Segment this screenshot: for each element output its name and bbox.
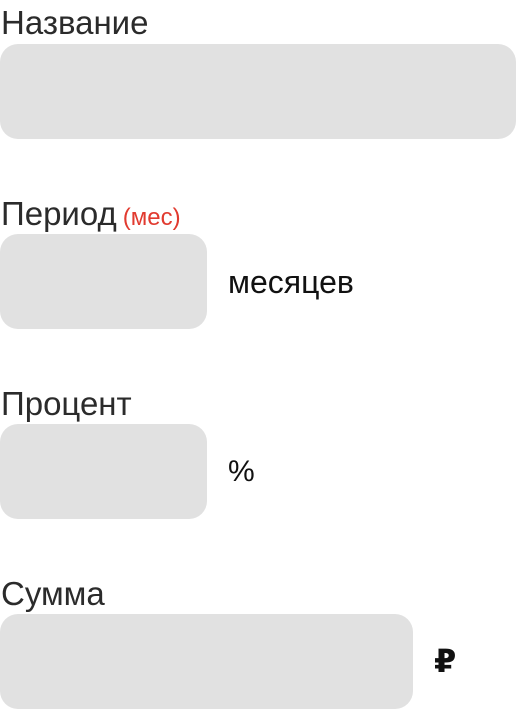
sum-label-text: Сумма (1, 575, 105, 612)
period-label: Период (мес) (1, 197, 181, 230)
percent-unit: % (228, 455, 255, 488)
percent-label: Процент (1, 387, 132, 420)
sum-label: Сумма (1, 577, 105, 610)
period-label-text: Период (1, 195, 117, 232)
name-label: Название (1, 6, 148, 39)
period-hint: (мес) (122, 204, 181, 231)
period-unit: месяцев (228, 264, 354, 300)
name-input[interactable] (0, 44, 516, 139)
ruble-icon: ₽ (434, 643, 457, 679)
deposit-form: Название Период (мес) месяцев Процент % С… (0, 0, 517, 710)
percent-label-text: Процент (1, 385, 132, 422)
percent-input[interactable] (0, 424, 207, 519)
period-input[interactable] (0, 234, 207, 329)
sum-input[interactable] (0, 614, 413, 709)
name-label-text: Название (1, 4, 149, 41)
